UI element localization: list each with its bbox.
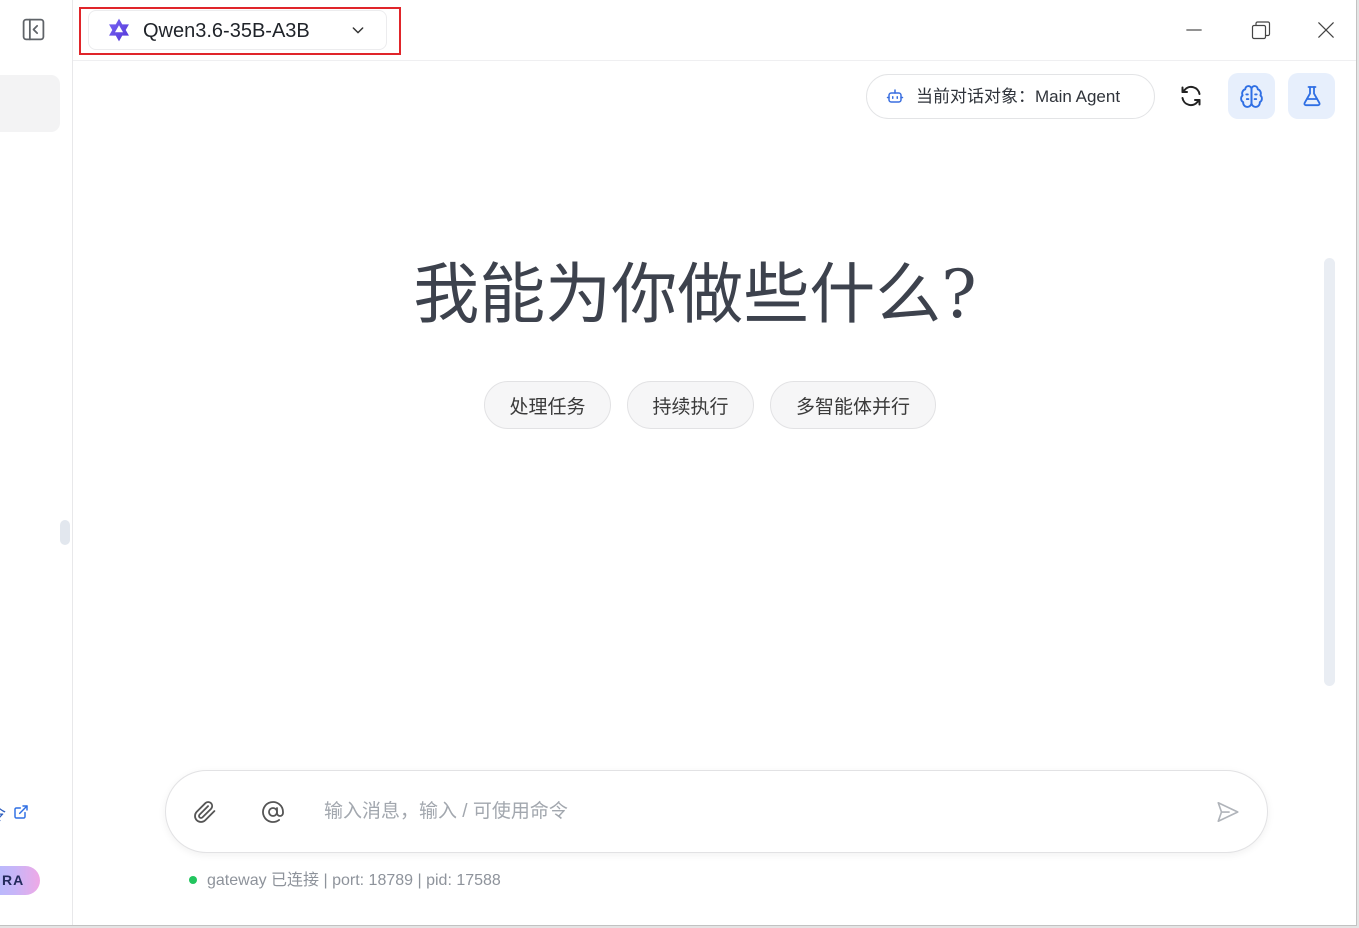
welcome-heading: 我能为你做些什么?	[413, 256, 977, 333]
current-agent-label: 当前对话对象：	[916, 87, 1035, 106]
brain-icon	[1240, 84, 1263, 108]
minimize-icon	[1186, 29, 1202, 31]
app-window: 令 RA Qw	[0, 0, 1357, 926]
connection-status-dot	[189, 876, 197, 884]
sidebar-toggle-button[interactable]	[19, 15, 48, 44]
at-sign-icon[interactable]	[261, 800, 285, 824]
plan-badge[interactable]: RA	[0, 866, 40, 895]
model-selector-dropdown[interactable]: Qwen3.6-35B-A3B	[88, 10, 387, 50]
sidebar-link-label: 令	[0, 800, 6, 825]
flask-icon	[1303, 86, 1320, 107]
lab-button[interactable]	[1288, 73, 1335, 119]
external-link-icon	[13, 804, 29, 820]
chat-scrollbar[interactable]	[1324, 258, 1335, 686]
suggestion-chips: 处理任务 持续执行 多智能体并行	[484, 381, 936, 429]
sidebar-scrollbar-thumb[interactable]	[60, 520, 70, 545]
current-agent-text: 当前对话对象：Main Agent	[916, 75, 1120, 118]
send-icon[interactable]	[1215, 799, 1241, 825]
current-agent-selector[interactable]: 当前对话对象：Main Agent	[866, 74, 1155, 119]
message-input[interactable]	[324, 794, 1184, 830]
gateway-status-text: gateway 已连接 | port: 18789 | pid: 17588	[207, 872, 501, 889]
sidebar-collapse-icon	[22, 18, 45, 41]
sidebar-conversation-item[interactable]	[0, 75, 60, 132]
model-name: Qwen3.6-35B-A3B	[143, 20, 310, 42]
refresh-button[interactable]	[1173, 78, 1209, 114]
current-agent-name: Main Agent	[1035, 87, 1121, 106]
robot-icon	[886, 89, 904, 103]
sidebar: 令 RA	[0, 0, 73, 925]
refresh-icon	[1181, 85, 1201, 107]
message-composer	[165, 770, 1268, 853]
chevron-down-icon	[352, 27, 364, 34]
minimize-button[interactable]	[1171, 10, 1217, 50]
sidebar-external-link[interactable]: 令	[0, 800, 29, 824]
suggestion-chip[interactable]: 多智能体并行	[770, 381, 936, 429]
suggestion-chip[interactable]: 处理任务	[484, 381, 611, 429]
close-button[interactable]	[1303, 10, 1349, 50]
close-icon	[1318, 22, 1334, 38]
title-bar: Qwen3.6-35B-A3B	[73, 0, 1356, 61]
memory-button[interactable]	[1228, 73, 1275, 119]
qwen-logo-icon	[109, 18, 129, 42]
restore-icon	[1251, 21, 1271, 40]
chat-main-area: 当前对话对象：Main Agent 我能为你做些什么? 处理任务 持续执行 多智…	[73, 61, 1356, 925]
restore-button[interactable]	[1238, 10, 1284, 50]
suggestion-chip[interactable]: 持续执行	[627, 381, 754, 429]
paperclip-icon[interactable]	[193, 800, 217, 824]
